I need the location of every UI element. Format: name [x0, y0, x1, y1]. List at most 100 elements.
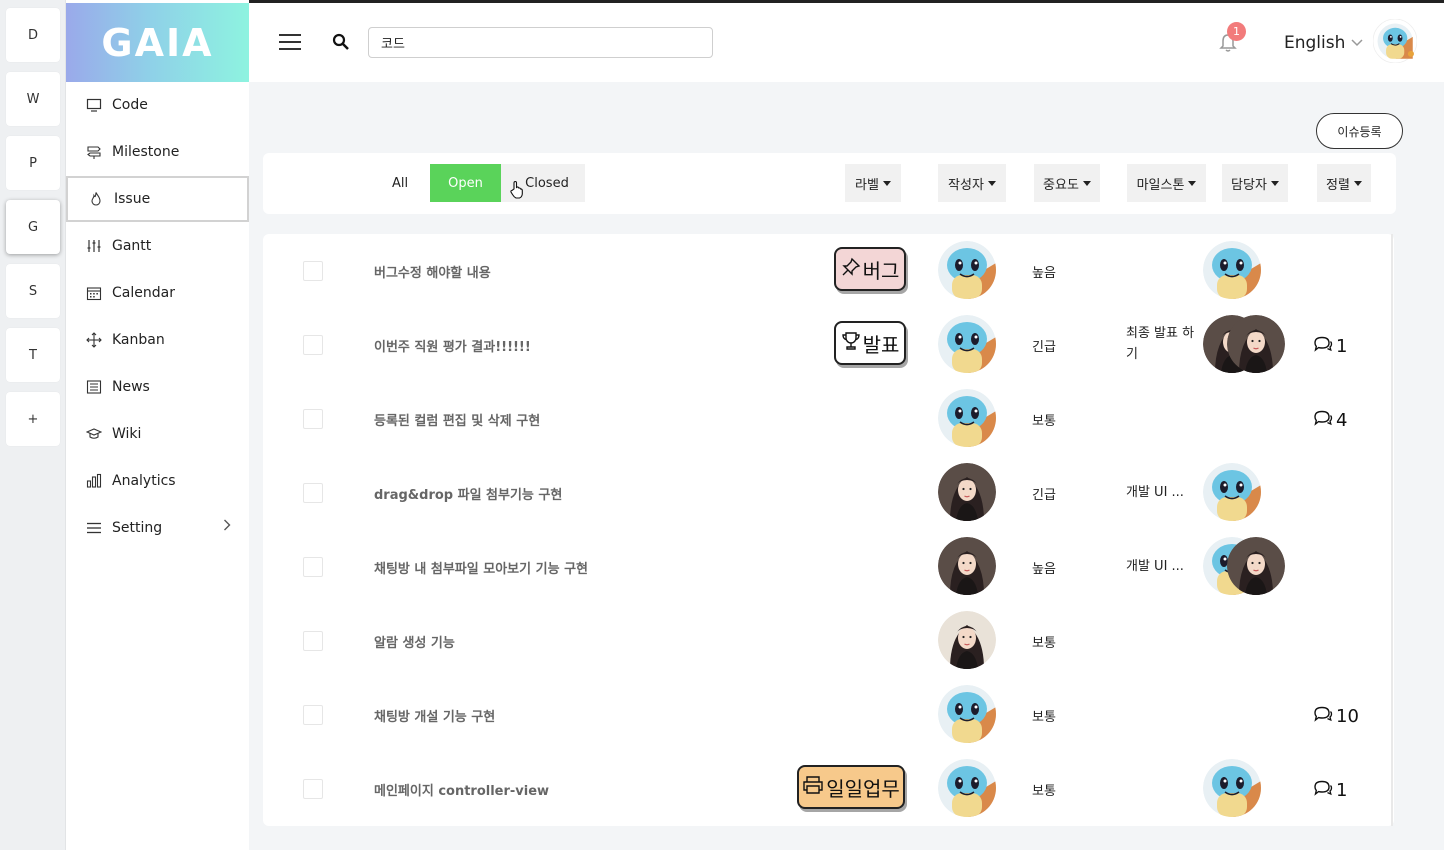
comment-count-value: 4	[1336, 410, 1348, 431]
author-avatar[interactable]	[938, 537, 996, 595]
issue-title[interactable]: 메인페이지 controller-view	[374, 780, 549, 799]
filter-dropdown-5[interactable]: 정렬	[1317, 164, 1371, 202]
filter-dropdown-0[interactable]: 라벨	[845, 164, 901, 202]
signpost-icon	[86, 144, 102, 160]
issue-row[interactable]: 알람 생성 기능 보통	[263, 604, 1394, 678]
issue-title[interactable]: 채팅방 내 첨부파일 모아보기 기능 구현	[374, 558, 588, 577]
filter-dropdown-3[interactable]: 마일스톤	[1127, 164, 1206, 202]
issue-row[interactable]: 등록된 컬럼 편집 및 삭제 구현 보통 4	[263, 382, 1394, 456]
filter-dropdown-label: 라벨	[855, 177, 879, 193]
author-avatar[interactable]	[938, 685, 996, 743]
author-avatar[interactable]	[938, 315, 996, 373]
issue-row[interactable]: 채팅방 내 첨부파일 모아보기 기능 구현 높음 개발 UI ...	[263, 530, 1394, 604]
issue-priority: 긴급	[1032, 340, 1056, 355]
workspace-s[interactable]: S	[6, 264, 60, 318]
filter-dropdown-label: 작성자	[948, 177, 984, 193]
issue-row[interactable]: 이번주 직원 평가 결과!!!!!! 발표 긴급 최종 발표 하기 1	[263, 308, 1394, 382]
author-avatar[interactable]	[938, 463, 996, 521]
workspace-p[interactable]: P	[6, 136, 60, 190]
issue-checkbox[interactable]	[303, 779, 323, 799]
squirtle-avatar-icon	[1372, 18, 1418, 64]
sidebar-item-analytics[interactable]: Analytics	[66, 458, 249, 504]
comment-count[interactable]: 10	[1313, 705, 1359, 728]
sidebar-item-issue[interactable]: Issue	[66, 176, 249, 222]
register-issue-button[interactable]: 이슈등록	[1316, 113, 1403, 149]
assignee-avatar[interactable]	[1203, 759, 1261, 817]
workspace-w[interactable]: W	[6, 72, 60, 126]
sidebar-item-setting[interactable]: Setting	[66, 505, 249, 551]
issue-checkbox[interactable]	[303, 705, 323, 725]
menu-icon	[86, 520, 102, 536]
printer-icon	[802, 775, 824, 800]
issue-title[interactable]: 이번주 직원 평가 결과!!!!!!	[374, 336, 531, 355]
top-bar: 1 English	[249, 0, 1444, 82]
issue-priority: 보통	[1032, 710, 1056, 725]
sidebar-item-label: Code	[112, 97, 148, 113]
newspaper-icon	[86, 379, 102, 395]
issue-title[interactable]: 채팅방 개설 기능 구현	[374, 706, 495, 725]
filter-all-tab[interactable]: All	[381, 164, 419, 202]
user-avatar[interactable]	[1372, 18, 1418, 64]
filter-dropdown-1[interactable]: 작성자	[938, 164, 1006, 202]
issue-label-tag[interactable]: 일일업무	[797, 765, 905, 809]
issue-row[interactable]: 채팅방 개설 기능 구현 보통 10	[263, 678, 1394, 752]
issue-row[interactable]: drag&drop 파일 첨부기능 구현 긴급 개발 UI ...	[263, 456, 1394, 530]
issue-checkbox[interactable]	[303, 261, 323, 281]
sidebar-item-news[interactable]: News	[66, 364, 249, 410]
issue-checkbox[interactable]	[303, 409, 323, 429]
sidebar-item-label: Calendar	[112, 285, 175, 301]
comment-count[interactable]: 1	[1313, 335, 1347, 358]
flame-icon	[88, 191, 104, 207]
comment-count[interactable]: 4	[1313, 409, 1347, 432]
author-avatar[interactable]	[938, 611, 996, 669]
issue-title[interactable]: drag&drop 파일 첨부기능 구현	[374, 484, 562, 503]
sidebar-item-kanban[interactable]: Kanban	[66, 317, 249, 363]
chevron-down-icon	[1351, 39, 1363, 47]
caret-down-icon	[1188, 180, 1197, 186]
issue-checkbox[interactable]	[303, 557, 323, 577]
sidebar-item-milestone[interactable]: Milestone	[66, 129, 249, 175]
assignee-avatar[interactable]	[1227, 315, 1285, 373]
author-avatar[interactable]	[938, 389, 996, 447]
filter-dropdown-4[interactable]: 담당자	[1222, 164, 1288, 202]
filter-open-tab[interactable]: Open	[430, 164, 501, 202]
workspace-d[interactable]: D	[6, 8, 60, 62]
issue-row[interactable]: 버그수정 해야할 내용 버그 높음	[263, 234, 1394, 308]
filter-dropdown-label: 중요도	[1043, 177, 1079, 193]
search-icon[interactable]	[332, 33, 350, 51]
comment-count[interactable]: 1	[1313, 779, 1347, 802]
assignee-avatar[interactable]	[1203, 463, 1261, 521]
sidebar-item-wiki[interactable]: Wiki	[66, 411, 249, 457]
workspace-g[interactable]: G	[6, 200, 60, 254]
sidebar-item-code[interactable]: Code	[66, 82, 249, 128]
issue-title[interactable]: 버그수정 해야할 내용	[374, 262, 491, 281]
workspace-t[interactable]: T	[6, 328, 60, 382]
issue-title[interactable]: 등록된 컬럼 편집 및 삭제 구현	[374, 410, 540, 429]
author-avatar[interactable]	[938, 241, 996, 299]
issue-row[interactable]: 메인페이지 controller-view 일일업무 보통 1	[263, 752, 1394, 826]
add-workspace-button[interactable]: +	[6, 392, 60, 446]
hamburger-menu-icon[interactable]	[279, 33, 301, 51]
issue-title[interactable]: 알람 생성 기능	[374, 632, 455, 651]
sidebar-item-calendar[interactable]: Calendar	[66, 270, 249, 316]
search-input[interactable]	[368, 27, 713, 58]
assignee-avatar[interactable]	[1203, 241, 1261, 299]
filter-dropdown-label: 담당자	[1231, 177, 1267, 193]
author-avatar[interactable]	[938, 759, 996, 817]
filter-dropdown-2[interactable]: 중요도	[1034, 164, 1100, 202]
gaia-logo[interactable]: GAIA	[66, 3, 249, 82]
issue-checkbox[interactable]	[303, 631, 323, 651]
issue-checkbox[interactable]	[303, 335, 323, 355]
sidebar-item-gantt[interactable]: Gantt	[66, 223, 249, 269]
issue-label-tag[interactable]: 버그	[834, 247, 906, 291]
assignee-avatar[interactable]	[1227, 537, 1285, 595]
issue-label-tag[interactable]: 발표	[834, 321, 906, 365]
bar-chart-icon	[86, 473, 102, 489]
sidebar-item-label: Kanban	[112, 332, 165, 348]
language-selector[interactable]: English	[1284, 33, 1363, 53]
sidebar: GAIA Code Milestone Issue Gantt Calendar Kanb…	[66, 0, 249, 850]
issue-checkbox[interactable]	[303, 483, 323, 503]
comment-count-value: 1	[1336, 336, 1348, 357]
graduation-cap-icon	[86, 426, 102, 442]
comment-icon	[1313, 779, 1333, 802]
